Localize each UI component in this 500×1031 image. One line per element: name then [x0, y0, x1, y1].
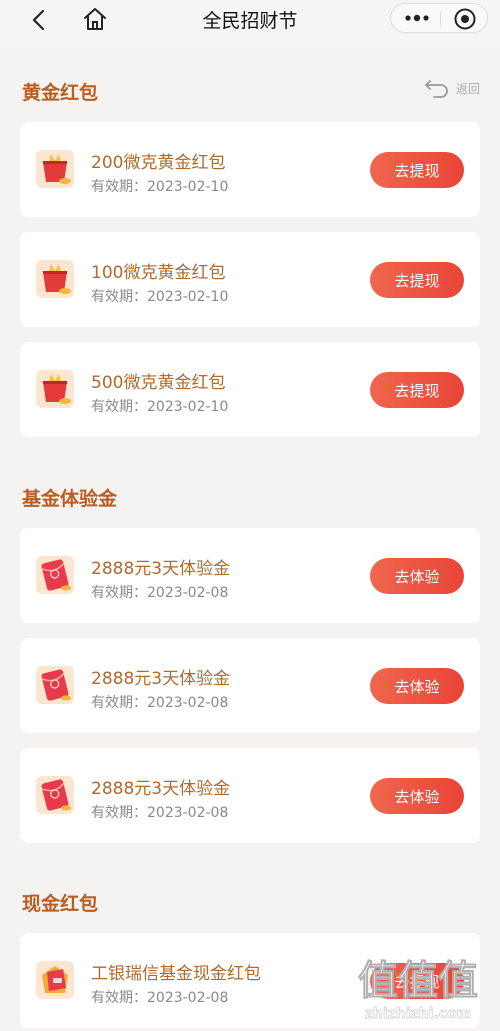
red-envelope-icon — [36, 776, 74, 814]
try-button[interactable]: 去体验 — [370, 668, 464, 704]
miniprogram-capsule — [390, 3, 488, 33]
try-button[interactable]: 去体验 — [370, 778, 464, 814]
cash-card: 工银瑞信基金现金红包 有效期：2023-02-08 去提现 — [20, 933, 480, 1028]
nav-bar: 全民招财节 — [0, 0, 500, 42]
item-name: 100微克黄金红包 — [91, 263, 226, 283]
return-link[interactable]: 返回 — [424, 77, 480, 99]
wallet-envelope-icon — [36, 961, 74, 999]
withdraw-button[interactable]: 去提现 — [370, 372, 464, 408]
return-icon — [425, 80, 448, 98]
item-validity: 有效期：2023-02-10 — [91, 289, 229, 305]
item-name: 200微克黄金红包 — [91, 153, 226, 173]
item-name: 2888元3天体验金 — [91, 779, 231, 799]
gold-bucket-icon — [36, 370, 74, 408]
item-validity: 有效期：2023-02-08 — [91, 805, 229, 821]
item-validity: 有效期：2023-02-08 — [91, 585, 229, 601]
item-name: 工银瑞信基金现金红包 — [91, 964, 261, 984]
item-name: 500微克黄金红包 — [91, 373, 226, 393]
fund-card: 2888元3天体验金 有效期：2023-02-08 去体验 — [20, 638, 480, 733]
section-title-cash: 现金红包 — [22, 893, 99, 915]
gold-card: 500微克黄金红包 有效期：2023-02-10 去提现 — [20, 342, 480, 437]
fund-card: 2888元3天体验金 有效期：2023-02-08 去体验 — [20, 748, 480, 843]
gold-card: 100微克黄金红包 有效期：2023-02-10 去提现 — [20, 232, 480, 327]
capsule-divider — [440, 11, 441, 27]
item-validity: 有效期：2023-02-08 — [91, 990, 229, 1006]
red-envelope-icon — [36, 666, 74, 704]
try-button[interactable]: 去体验 — [370, 558, 464, 594]
withdraw-button[interactable]: 去提现 — [370, 262, 464, 298]
item-validity: 有效期：2023-02-10 — [91, 399, 229, 415]
more-icon[interactable] — [403, 4, 431, 32]
close-miniprogram-icon[interactable] — [453, 7, 477, 31]
item-validity: 有效期：2023-02-10 — [91, 179, 229, 195]
gold-bucket-icon — [36, 150, 74, 188]
fund-card: 2888元3天体验金 有效期：2023-02-08 去体验 — [20, 528, 480, 623]
withdraw-button[interactable]: 去提现 — [370, 963, 464, 999]
section-title-gold: 黄金红包 — [22, 82, 99, 104]
return-label: 返回 — [455, 81, 480, 96]
item-name: 2888元3天体验金 — [91, 559, 231, 579]
section-title-fund: 基金体验金 — [22, 488, 118, 510]
item-validity: 有效期：2023-02-08 — [91, 695, 229, 711]
gold-bucket-icon — [36, 260, 74, 298]
red-envelope-icon — [36, 556, 74, 594]
withdraw-button[interactable]: 去提现 — [370, 152, 464, 188]
item-name: 2888元3天体验金 — [91, 669, 231, 689]
gold-card: 200微克黄金红包 有效期：2023-02-10 去提现 — [20, 122, 480, 217]
